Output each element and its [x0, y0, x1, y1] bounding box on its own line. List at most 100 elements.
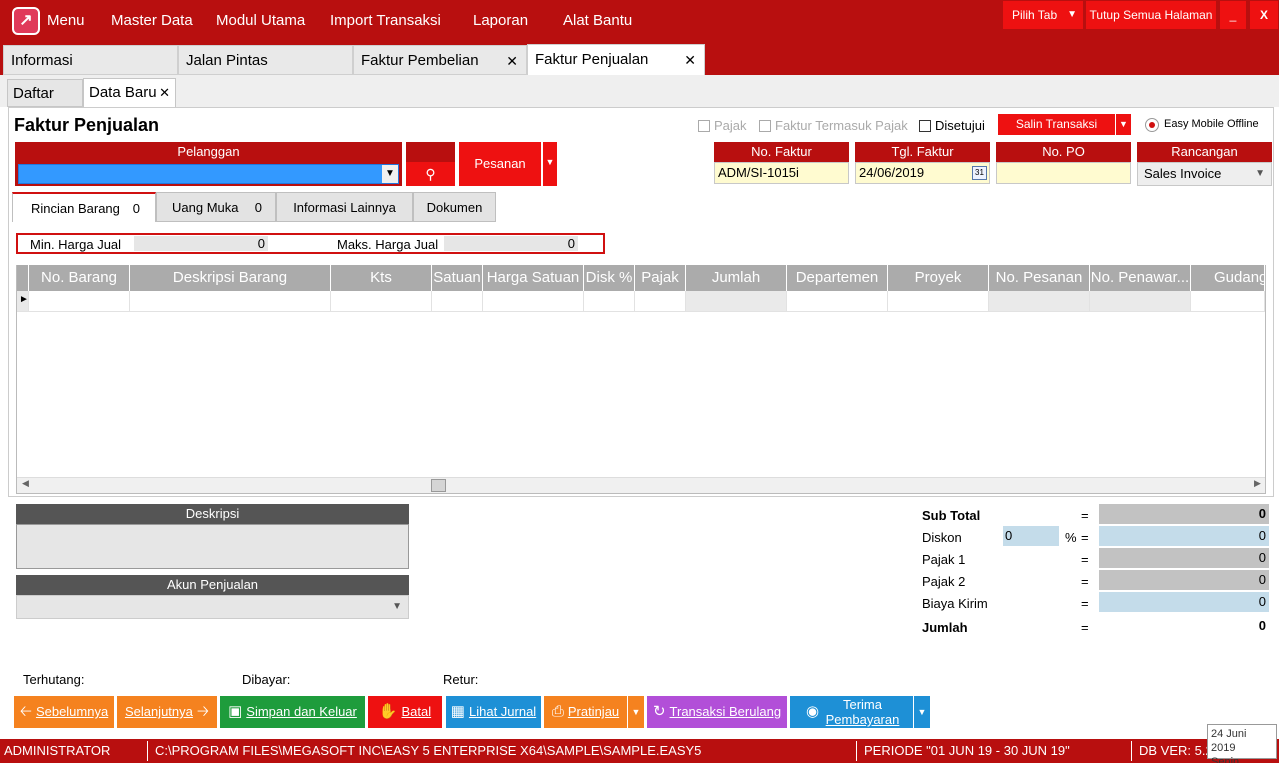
table-cell[interactable]: [1191, 291, 1265, 312]
tab-count-badge: 0: [254, 200, 262, 215]
pilih-tab-button[interactable]: Pilih Tab ▼: [1003, 1, 1083, 29]
terima-dropdown-button[interactable]: ▼: [914, 696, 930, 728]
menu-item-master-data[interactable]: Master Data: [111, 12, 193, 29]
close-icon[interactable]: ✕: [159, 79, 170, 107]
salin-dropdown-button[interactable]: ▼: [1116, 114, 1131, 135]
checkbox-label: Faktur Termasuk Pajak: [775, 118, 908, 133]
lihat-jurnal-button[interactable]: ▦ Lihat Jurnal: [446, 696, 541, 728]
menu-item-laporan[interactable]: Laporan: [473, 12, 528, 29]
menu-item-alat-bantu[interactable]: Alat Bantu: [563, 12, 632, 29]
table-cell[interactable]: [483, 291, 584, 312]
chevron-down-icon: ▼: [545, 157, 555, 167]
no-po-header: No. PO: [996, 142, 1131, 162]
arrow-right-icon: 🡢: [196, 703, 210, 720]
tab-informasi[interactable]: Informasi: [3, 45, 178, 75]
rancangan-select[interactable]: Sales Invoice ▼: [1137, 162, 1272, 186]
calendar-icon[interactable]: 31: [972, 166, 987, 180]
grid-header[interactable]: Deskripsi Barang: [130, 265, 331, 291]
tab-dokumen[interactable]: Dokumen: [413, 192, 496, 222]
pratinjau-dropdown-button[interactable]: ▼: [628, 696, 644, 728]
pesanan-dropdown-button[interactable]: ▼: [543, 142, 557, 186]
simpan-keluar-button[interactable]: ▣ Simpan dan Keluar: [220, 696, 365, 728]
row-indicator: ►: [17, 291, 29, 312]
tab-faktur-penjualan[interactable]: Faktur Penjualan ✕: [527, 44, 705, 75]
pratinjau-button[interactable]: ⎙ Pratinjau: [544, 696, 627, 728]
menu-item-modul-utama[interactable]: Modul Utama: [216, 12, 305, 29]
table-cell[interactable]: [130, 291, 331, 312]
status-path: C:\PROGRAM FILES\MEGASOFT INC\EASY 5 ENT…: [155, 743, 702, 758]
table-cell: [1090, 291, 1191, 312]
diskon-value[interactable]: 0: [1099, 526, 1269, 546]
tgl-faktur-input[interactable]: 24/06/2019 31: [855, 162, 990, 184]
tab-informasi-lainnya[interactable]: Informasi Lainnya: [276, 192, 413, 222]
terima-pembayaran-button[interactable]: ◉ Terima Pembayaran: [790, 696, 913, 728]
menu-item-menu[interactable]: Menu: [47, 12, 85, 29]
grid-header[interactable]: No. Penawar...: [1090, 265, 1191, 291]
table-cell[interactable]: [635, 291, 686, 312]
close-icon[interactable]: ✕: [684, 45, 696, 75]
pajak-checkbox[interactable]: Pajak: [698, 118, 747, 133]
table-cell[interactable]: [584, 291, 635, 312]
scroll-right-icon[interactable]: ▶: [1254, 478, 1261, 489]
deskripsi-header: Deskripsi: [16, 504, 409, 524]
tab-daftar[interactable]: Daftar: [7, 79, 83, 107]
table-cell[interactable]: [29, 291, 130, 312]
rancangan-value: Sales Invoice: [1144, 166, 1222, 181]
grid-header[interactable]: Departemen: [787, 265, 888, 291]
faktur-termasuk-pajak-checkbox[interactable]: Faktur Termasuk Pajak: [759, 118, 908, 133]
chevron-down-icon: ▼: [1255, 168, 1265, 179]
grid-header[interactable]: Pajak: [635, 265, 686, 291]
grid-header[interactable]: Proyek: [888, 265, 989, 291]
no-po-input[interactable]: [996, 162, 1131, 184]
biaya-kirim-value[interactable]: 0: [1099, 592, 1269, 612]
scrollbar-thumb[interactable]: [431, 479, 446, 492]
tab-data-baru[interactable]: Data Baru ✕: [83, 78, 176, 107]
checkbox-box: [698, 120, 710, 132]
grid-header[interactable]: Kts: [331, 265, 432, 291]
close-icon[interactable]: ✕: [506, 46, 518, 76]
close-app-button[interactable]: X: [1250, 1, 1278, 29]
diskon-percent-input[interactable]: 0: [1003, 526, 1059, 546]
table-cell[interactable]: [888, 291, 989, 312]
grid-header[interactable]: Jumlah: [686, 265, 787, 291]
sebelumnya-button[interactable]: 🡠 Sebelumnya: [14, 696, 114, 728]
equals-sign: =: [1081, 574, 1089, 589]
minimize-button[interactable]: _: [1220, 1, 1246, 29]
search-icon: ⚲: [425, 166, 436, 182]
app-logo-icon[interactable]: ↗: [12, 7, 40, 35]
scroll-left-icon[interactable]: ◀: [22, 478, 29, 489]
grid-header[interactable]: Gudang: [1191, 265, 1265, 291]
chevron-down-icon[interactable]: ▼: [382, 165, 398, 183]
menu-item-import-transaksi[interactable]: Import Transaksi: [330, 12, 441, 29]
disetujui-checkbox[interactable]: Disetujui: [919, 118, 985, 133]
easy-mobile-radio[interactable]: [1145, 118, 1159, 132]
selanjutnya-button[interactable]: Selanjutnya 🡢: [117, 696, 217, 728]
status-user: ADMINISTRATOR: [4, 743, 111, 758]
search-button[interactable]: ⚲: [406, 162, 455, 186]
table-cell[interactable]: [432, 291, 483, 312]
radio-dot-icon: [1149, 122, 1155, 128]
grid-header[interactable]: Disk %: [584, 265, 635, 291]
grid-header[interactable]: No. Pesanan: [989, 265, 1090, 291]
akun-penjualan-select[interactable]: ▼: [16, 595, 409, 619]
grid-header[interactable]: Satuan: [432, 265, 483, 291]
grid-header[interactable]: No. Barang: [29, 265, 130, 291]
tab-faktur-pembelian[interactable]: Faktur Pembelian ✕: [353, 45, 527, 75]
salin-transaksi-button[interactable]: Salin Transaksi: [998, 114, 1115, 135]
pesanan-button[interactable]: Pesanan: [459, 142, 541, 186]
deskripsi-textarea[interactable]: [16, 524, 409, 569]
tutup-semua-button[interactable]: Tutup Semua Halaman: [1086, 1, 1216, 29]
grid-header[interactable]: Harga Satuan: [483, 265, 584, 291]
tab-rincian-barang[interactable]: Rincian Barang 0: [12, 192, 156, 222]
tab-jalan-pintas[interactable]: Jalan Pintas: [178, 45, 353, 75]
batal-button[interactable]: ✋ Batal: [368, 696, 442, 728]
no-faktur-header: No. Faktur: [714, 142, 849, 162]
horizontal-scrollbar[interactable]: [17, 477, 1265, 493]
table-cell[interactable]: [331, 291, 432, 312]
table-cell[interactable]: [787, 291, 888, 312]
transaksi-berulang-button[interactable]: ↻ Transaksi Berulang: [647, 696, 787, 728]
repeat-icon: ↻: [652, 703, 666, 720]
tab-uang-muka[interactable]: Uang Muka 0: [156, 192, 276, 222]
pelanggan-combobox[interactable]: [18, 164, 399, 184]
no-faktur-input[interactable]: ADM/SI-1015i: [714, 162, 849, 184]
